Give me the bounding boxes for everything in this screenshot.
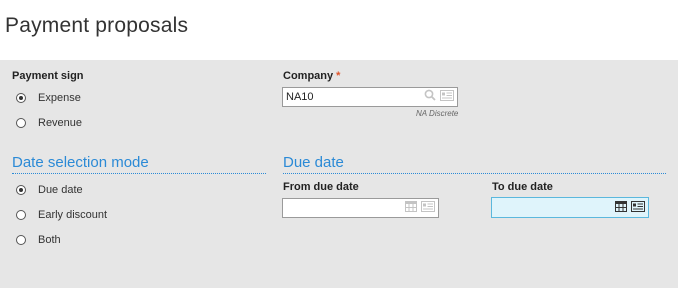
calendar-icon[interactable]	[615, 199, 627, 217]
to-due-date-label: To due date	[492, 181, 553, 193]
radio-label-expense: Expense	[38, 92, 81, 104]
radio-button-both[interactable]	[16, 235, 26, 245]
from-due-date-label: From due date	[283, 181, 359, 193]
to-due-date-field[interactable]	[491, 197, 649, 218]
radio-both[interactable]: Both	[16, 232, 61, 248]
company-field[interactable]: NA10	[282, 87, 458, 107]
radio-label-due-date: Due date	[38, 184, 83, 196]
radio-button-early-discount[interactable]	[16, 210, 26, 220]
company-hint: NA Discrete	[416, 109, 459, 118]
radio-label-revenue: Revenue	[38, 117, 83, 129]
page-title: Payment proposals	[5, 14, 189, 37]
required-mark: *	[336, 70, 341, 82]
radio-button-due-date[interactable]	[16, 185, 26, 195]
calendar-icon[interactable]	[405, 199, 417, 217]
list-card-icon[interactable]	[440, 88, 454, 106]
company-label-text: Company	[283, 70, 334, 82]
payment-sign-label: Payment sign	[12, 70, 84, 82]
due-date-title: Due date	[283, 154, 666, 174]
radio-label-early-discount: Early discount	[38, 209, 108, 221]
company-label: Company *	[283, 70, 340, 82]
from-due-date-field[interactable]	[282, 198, 439, 218]
radio-button-revenue[interactable]	[16, 118, 26, 128]
radio-label-both: Both	[38, 234, 61, 246]
company-field-value[interactable]: NA10	[283, 91, 424, 103]
radio-early-discount[interactable]: Early discount	[16, 207, 107, 223]
radio-expense[interactable]: Expense	[16, 90, 81, 106]
list-card-icon[interactable]	[631, 199, 645, 217]
radio-button-expense[interactable]	[16, 93, 26, 103]
date-selection-mode-title: Date selection mode	[12, 154, 266, 174]
radio-revenue[interactable]: Revenue	[16, 115, 82, 131]
radio-due-date[interactable]: Due date	[16, 182, 83, 198]
search-icon[interactable]	[424, 88, 436, 106]
list-card-icon[interactable]	[421, 199, 435, 217]
